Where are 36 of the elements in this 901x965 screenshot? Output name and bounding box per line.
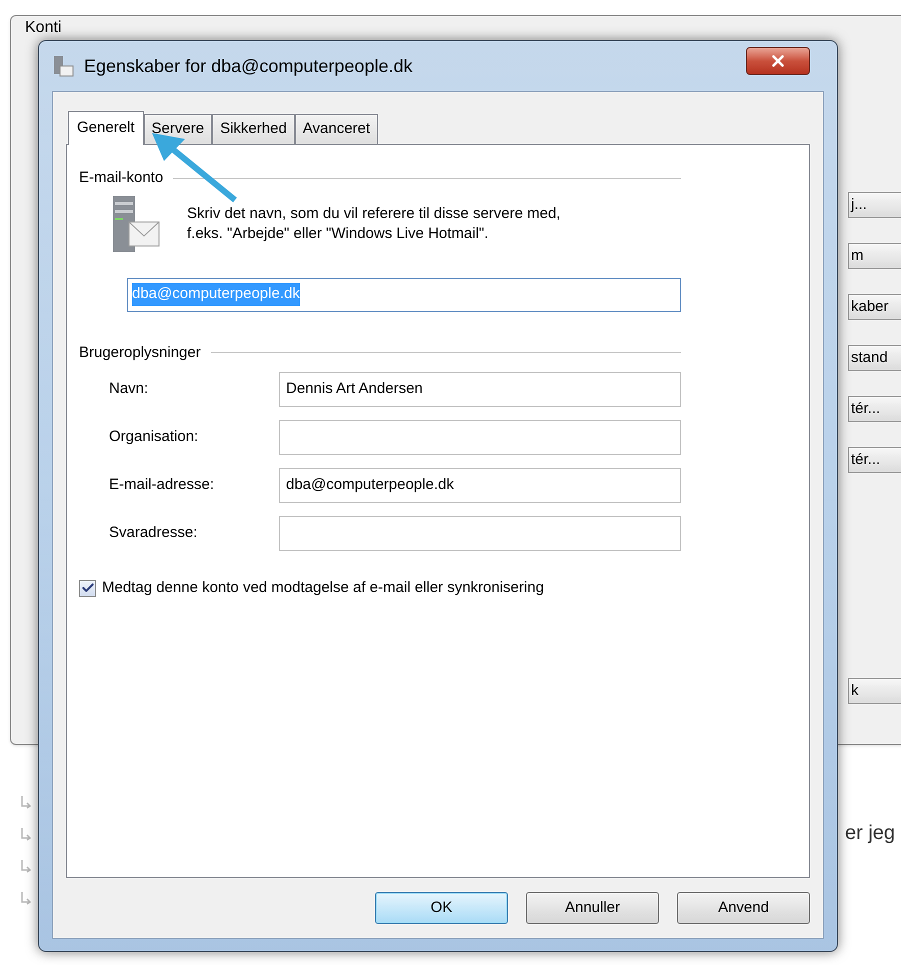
input-field[interactable]: Dennis Art Andersen xyxy=(279,372,681,407)
tab[interactable]: Avanceret xyxy=(294,114,378,144)
description-text: Skriv det navn, som du vil referere til disse servere med, f.eks. "Arbejde" eller "Windows Live Hotmail". xyxy=(187,204,560,244)
dialog-button[interactable]: Anvend xyxy=(677,892,810,924)
window-button[interactable]: kaber xyxy=(848,294,901,320)
group-label: E-mail-konto xyxy=(79,168,164,188)
window-title: Konti xyxy=(25,19,62,37)
group-label: Brugeroplysninger xyxy=(79,342,201,362)
arrow-icon xyxy=(20,891,32,905)
field-label: E-mail-adresse: xyxy=(108,475,216,496)
window-button[interactable]: tér... xyxy=(848,396,901,422)
window-button[interactable]: stand xyxy=(848,345,901,371)
input-field[interactable] xyxy=(279,420,681,455)
input-field[interactable]: dba@computerpeople.dk xyxy=(279,468,681,503)
checkbox[interactable] xyxy=(79,580,96,597)
window-button[interactable]: m xyxy=(848,243,901,269)
tab[interactable]: Generelt xyxy=(68,111,144,145)
arrow-icon xyxy=(20,795,32,809)
close-button[interactable] xyxy=(746,47,810,75)
field-label: Organisation: xyxy=(108,427,200,448)
arrow-icon xyxy=(20,859,32,873)
dialog-button[interactable]: Annuller xyxy=(526,892,659,924)
checkbox-label: Medtag denne konto ved modtagelse af e-mail eller synkronisering xyxy=(102,578,544,598)
window-button[interactable]: k xyxy=(848,678,901,704)
page-text: er jeg xyxy=(845,821,896,846)
input-field[interactable] xyxy=(279,516,681,551)
window-button[interactable]: tér... xyxy=(848,447,901,473)
close-icon xyxy=(769,52,787,70)
arrow-icon xyxy=(20,827,32,841)
field-label: Navn: xyxy=(108,379,150,400)
window-button[interactable]: j... xyxy=(848,192,901,218)
window-icon xyxy=(52,54,74,78)
dialog-button[interactable]: OK xyxy=(375,892,508,924)
field-label: Svaradresse: xyxy=(108,523,198,544)
dialog-title: Egenskaber for dba@computerpeople.dk xyxy=(84,54,412,78)
tab[interactable]: Sikkerhed xyxy=(212,114,295,144)
